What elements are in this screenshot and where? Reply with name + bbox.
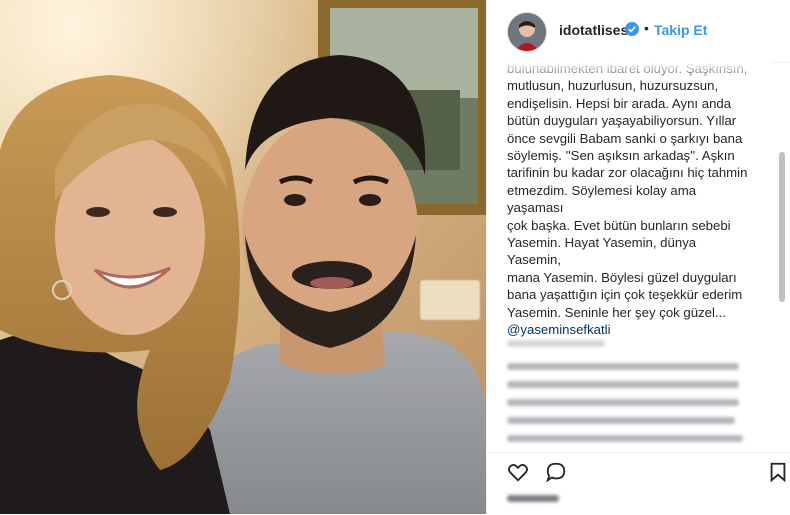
username[interactable]: idotatlises [559,22,628,38]
post-details-panel: idotatlises • Takip Et bulunabilmekten i… [486,0,790,514]
separator-dot: • [644,20,649,36]
follow-button[interactable]: Takip Et [654,22,707,38]
bookmark-icon[interactable] [767,461,789,483]
scroll-thumb[interactable] [779,152,785,302]
avatar[interactable] [507,12,547,52]
post-photo [0,0,486,514]
mention-link[interactable]: @yaseminsefkatli [507,321,753,338]
caption-timestamp-blurred [507,340,605,347]
post-actions [487,452,790,515]
post-header: idotatlises • Takip Et [487,0,790,63]
verified-badge-icon [625,22,639,36]
caption-scrollbar[interactable] [777,62,787,452]
couple-selfie-image [0,0,486,514]
comment-bubble-icon[interactable] [545,461,567,483]
heart-icon[interactable] [507,461,529,483]
post-caption: bulunabilmekten ibaret oluyor. Şaşkınsın… [507,60,753,339]
likes-count-blurred [507,495,559,502]
caption-text: bulunabilmekten ibaret oluyor. Şaşkınsın… [507,61,748,320]
caption-scroll-fade [487,62,773,82]
